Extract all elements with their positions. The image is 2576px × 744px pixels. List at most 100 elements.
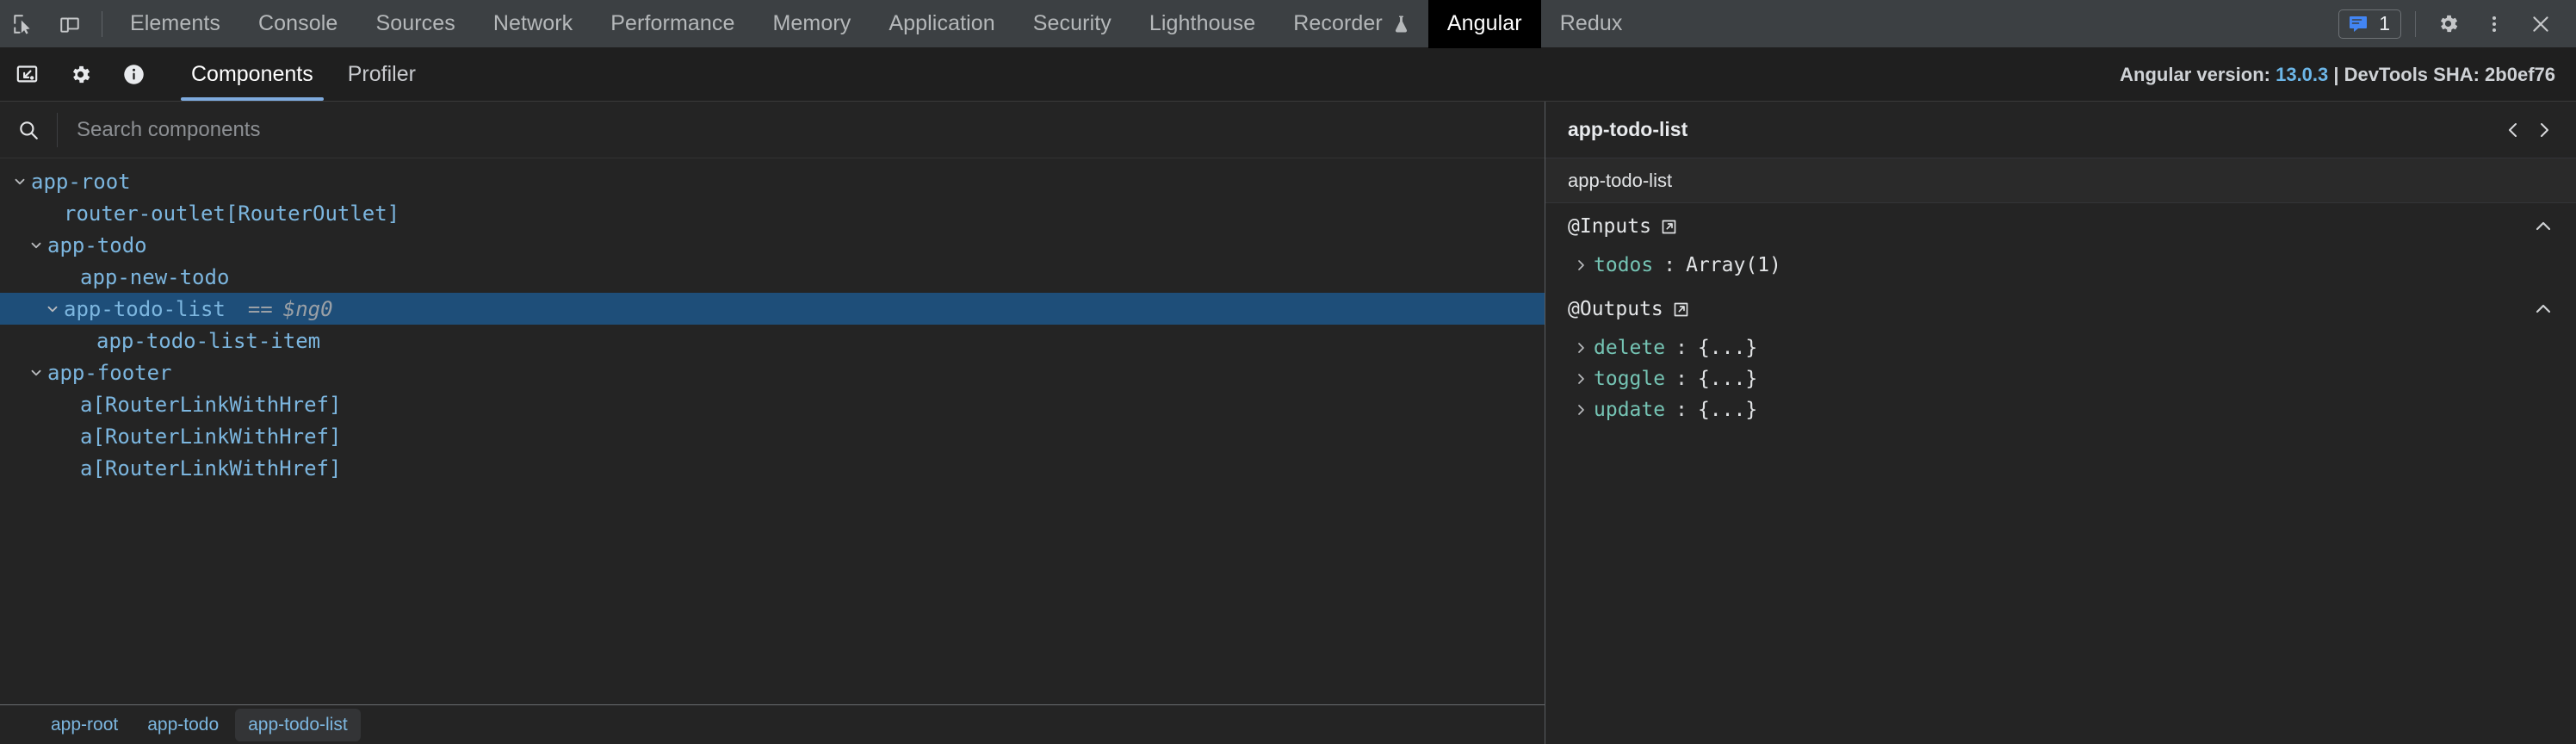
tab-label: Application (889, 11, 995, 35)
tab-redux[interactable]: Redux (1541, 0, 1642, 48)
messages-button[interactable]: 1 (2338, 9, 2401, 39)
tab-sources[interactable]: Sources (356, 0, 474, 48)
settings-gear-icon[interactable] (53, 48, 107, 101)
chevron-right-icon[interactable] (2531, 116, 2557, 144)
tab-performance[interactable]: Performance (591, 0, 753, 48)
section-outputs-title: @Outputs (1568, 298, 1690, 320)
tab-network[interactable]: Network (474, 0, 591, 48)
property-row[interactable]: todos : Array(1) (1556, 250, 2576, 281)
tree-node-equals: == (247, 296, 273, 321)
breadcrumb-item-app-todo[interactable]: app-todo (134, 709, 232, 741)
details-nav-arrows (2500, 116, 2557, 144)
section-inputs-title: @Inputs (1568, 215, 1678, 238)
version-number: 13.0.3 (2276, 63, 2329, 85)
tab-application[interactable]: Application (870, 0, 1013, 48)
property-row[interactable]: delete : {...} (1556, 332, 2576, 363)
tab-label: Console (258, 11, 338, 35)
tree-node-app-root[interactable]: app-root (0, 165, 1545, 197)
chevron-right-icon[interactable] (1568, 403, 1594, 417)
chevron-down-icon[interactable] (25, 365, 47, 381)
section-inputs-header[interactable]: @Inputs (1556, 203, 2576, 250)
external-link-icon[interactable] (1660, 218, 1678, 236)
settings-gear-icon[interactable] (2424, 0, 2471, 48)
tree-node-label: app-new-todo (80, 264, 230, 289)
tree-node-directive: [RouterLinkWithHref] (92, 456, 342, 480)
chevron-down-icon[interactable] (9, 174, 31, 189)
chevron-down-icon[interactable] (25, 238, 47, 253)
angular-toolbar: Components Profiler Angular version: 13.… (0, 48, 2576, 102)
tab-label: Profiler (347, 62, 416, 86)
angular-panel-tabs: Components Profiler (174, 48, 433, 101)
tree-node-app-footer[interactable]: app-footer (0, 356, 1545, 388)
details-header: app-todo-list (1545, 102, 2576, 158)
tab-label: Network (492, 11, 573, 35)
property-value: {...} (1697, 337, 1758, 359)
property-colon: : (1675, 368, 1687, 390)
tree-node-router-link-1[interactable]: a [RouterLinkWithHref] (0, 388, 1545, 420)
messages-icon (2348, 14, 2369, 34)
inspector-target-icon[interactable] (0, 48, 53, 101)
device-toolbar-icon[interactable] (46, 0, 93, 48)
tab-angular[interactable]: Angular (1427, 0, 1541, 48)
breadcrumb-item-app-todo-list[interactable]: app-todo-list (235, 708, 361, 741)
inspect-element-icon[interactable] (0, 0, 46, 48)
chevron-left-icon[interactable] (2500, 116, 2526, 144)
property-value: Array(1) (1686, 254, 1781, 276)
tab-recorder[interactable]: Recorder (1274, 0, 1428, 48)
section-title-text: @Outputs (1568, 298, 1663, 320)
selected-component-name: app-todo-list (1568, 169, 1673, 191)
tab-elements[interactable]: Elements (111, 0, 239, 48)
chevron-up-icon[interactable] (2533, 299, 2554, 319)
devtools-tab-bar: Elements Console Sources Network Perform… (0, 0, 2576, 48)
flask-icon (1393, 15, 1409, 34)
property-colon: : (1675, 399, 1687, 421)
tab-profiler[interactable]: Profiler (331, 48, 433, 101)
tab-label: Recorder (1293, 11, 1383, 35)
more-options-icon[interactable] (2471, 0, 2517, 48)
section-outputs-header[interactable]: @Outputs (1556, 286, 2576, 332)
chevron-right-icon[interactable] (1568, 341, 1594, 355)
property-key: todos (1594, 254, 1654, 276)
devtools-sha: | DevTools SHA: 2b0ef76 (2333, 63, 2555, 85)
tab-label: Performance (610, 11, 735, 35)
tree-node-router-link-2[interactable]: a [RouterLinkWithHref] (0, 420, 1545, 452)
tab-lighthouse[interactable]: Lighthouse (1130, 0, 1274, 48)
section-inputs-rows: todos : Array(1) (1556, 250, 2576, 286)
chevron-right-icon[interactable] (1568, 372, 1594, 386)
property-row[interactable]: update : {...} (1556, 394, 2576, 425)
tree-node-router-outlet[interactable]: router-outlet [RouterOutlet] (0, 197, 1545, 229)
details-body: @Inputs todos: Array(1) @Outputs delete… (1545, 203, 2576, 744)
close-icon[interactable] (2517, 0, 2564, 48)
tab-console[interactable]: Console (239, 0, 356, 48)
tab-label: Redux (1559, 11, 1623, 35)
devtools-tabs: Elements Console Sources Network Perform… (111, 0, 1641, 48)
info-icon[interactable] (107, 48, 160, 101)
property-value: {...} (1697, 399, 1758, 421)
version-prefix: Angular version: (2120, 63, 2270, 85)
tab-components[interactable]: Components (174, 48, 331, 101)
tab-label: Security (1032, 11, 1112, 35)
tree-node-router-link-3[interactable]: a [RouterLinkWithHref] (0, 452, 1545, 484)
toolbar-divider (2415, 10, 2416, 37)
breadcrumb-item-app-root[interactable]: app-root (38, 709, 131, 741)
tree-node-app-todo[interactable]: app-todo (0, 229, 1545, 261)
tab-memory[interactable]: Memory (753, 0, 870, 48)
devtools-right-controls: 1 (2338, 0, 2576, 48)
property-row[interactable]: toggle : {...} (1556, 363, 2576, 394)
external-link-icon[interactable] (1672, 301, 1690, 319)
search-input[interactable] (58, 117, 1545, 142)
tree-node-app-todo-list-item[interactable]: app-todo-list-item (0, 325, 1545, 356)
tree-node-directive: [RouterOutlet] (225, 201, 400, 226)
tree-node-label: app-todo-list-item (96, 328, 321, 353)
tree-node-app-todo-list[interactable]: app-todo-list == $ng0 (0, 293, 1545, 325)
chevron-right-icon[interactable] (1568, 258, 1594, 272)
tree-node-app-new-todo[interactable]: app-new-todo (0, 261, 1545, 293)
property-colon: : (1663, 254, 1676, 276)
tab-security[interactable]: Security (1014, 0, 1130, 48)
angular-devtools-window: Elements Console Sources Network Perform… (0, 0, 2576, 744)
tab-label: Sources (375, 11, 455, 35)
chevron-up-icon[interactable] (2533, 216, 2554, 237)
chevron-down-icon[interactable] (41, 301, 64, 317)
tree-node-label: a (80, 424, 93, 449)
section-outputs: @Outputs delete: {...} toggle: {...} u… (1545, 286, 2576, 431)
